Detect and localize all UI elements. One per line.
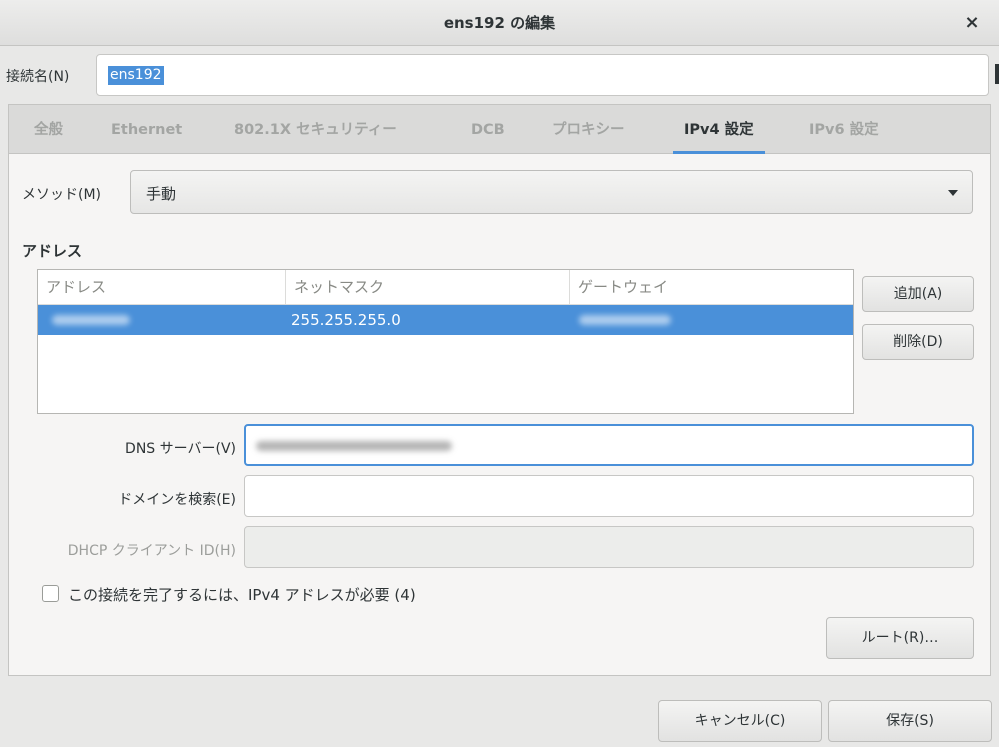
redacted-gateway [579, 315, 671, 325]
addresses-section-title: アドレス [22, 242, 83, 260]
search-domains-label: ドメインを検索(E) [118, 492, 236, 508]
chevron-down-icon [948, 190, 958, 196]
cancel-button[interactable]: キャンセル(C) [658, 700, 822, 742]
address-table-header: アドレス ネットマスク ゲートウェイ [38, 270, 853, 305]
column-header-netmask[interactable]: ネットマスク [285, 270, 569, 305]
netmask-cell: 255.255.255.0 [291, 311, 401, 329]
tab-ipv6-settings[interactable]: IPv6 設定 [809, 105, 879, 154]
dhcp-client-id-label: DHCP クライアント ID(H) [67, 543, 236, 559]
window-edge-marker [995, 64, 999, 84]
method-label: メソッド(M) [22, 187, 102, 203]
window-title: ens192 の編集 [443, 14, 556, 32]
connection-name-label: 接続名(N) [6, 69, 70, 85]
tab-bar: 全般 Ethernet 802.1X セキュリティー DCB プロキシー IPv… [9, 105, 990, 154]
dns-servers-label: DNS サーバー(V) [125, 441, 236, 457]
column-header-gateway[interactable]: ゲートウェイ [569, 270, 853, 305]
tab-ipv4-settings[interactable]: IPv4 設定 [673, 105, 765, 154]
tab-dcb[interactable]: DCB [471, 105, 505, 154]
edit-connection-dialog: ens192 の編集 × 接続名(N) ens192 全般 Ethernet 8… [0, 0, 999, 747]
require-ipv4-checkbox[interactable] [42, 585, 59, 602]
tab-8021x-security[interactable]: 802.1X セキュリティー [234, 105, 397, 154]
save-button[interactable]: 保存(S) [828, 700, 992, 742]
tab-general[interactable]: 全般 [34, 105, 63, 154]
add-address-button[interactable]: 追加(A) [862, 276, 974, 312]
delete-address-button[interactable]: 削除(D) [862, 324, 974, 360]
tab-ethernet[interactable]: Ethernet [111, 105, 182, 154]
dns-servers-input[interactable] [244, 424, 974, 466]
connection-name-value: ens192 [108, 66, 164, 85]
connection-name-input[interactable]: ens192 [96, 54, 989, 96]
search-domains-input[interactable] [244, 475, 974, 517]
column-header-address[interactable]: アドレス [38, 270, 285, 305]
title-bar[interactable]: ens192 の編集 × [0, 0, 999, 46]
method-dropdown[interactable]: 手動 [130, 170, 973, 214]
require-ipv4-label[interactable]: この接続を完了するには、IPv4 アドレスが必要 (4) [68, 584, 416, 605]
close-icon[interactable]: × [959, 10, 985, 36]
redacted-address [52, 315, 130, 325]
routes-button[interactable]: ルート(R)… [826, 617, 974, 659]
table-row[interactable]: 255.255.255.0 [38, 305, 853, 335]
address-table[interactable]: アドレス ネットマスク ゲートウェイ 255.255.255.0 [37, 269, 854, 414]
tab-proxy[interactable]: プロキシー [552, 105, 625, 154]
method-value: 手動 [146, 185, 177, 203]
dhcp-client-id-input [244, 526, 974, 568]
redacted-dns [256, 441, 452, 451]
